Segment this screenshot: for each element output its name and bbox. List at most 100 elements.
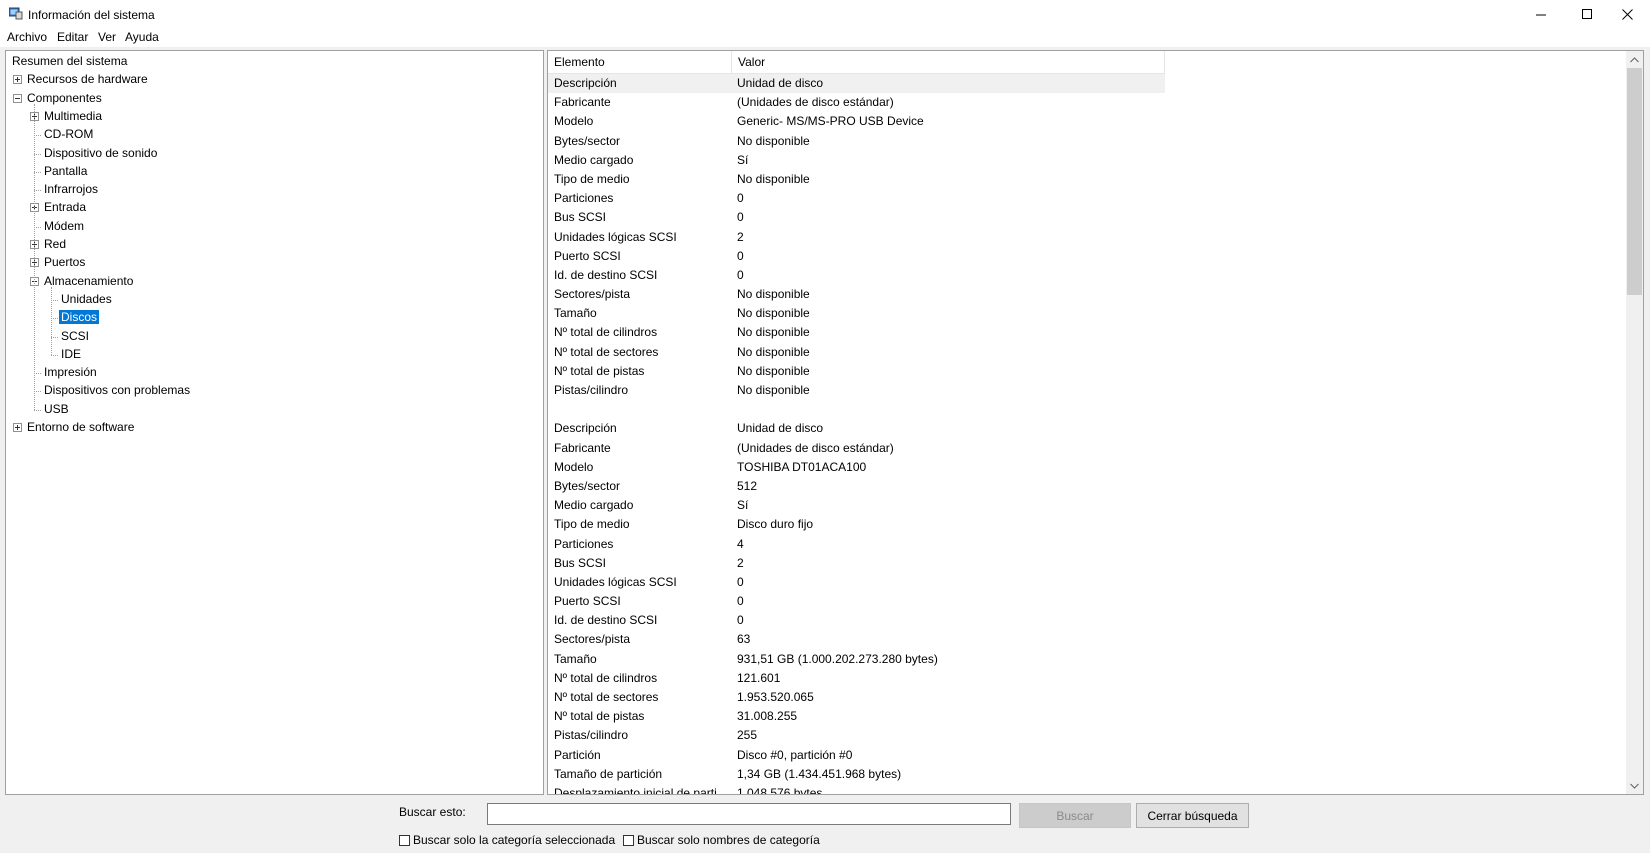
table-row[interactable]: Nº total de sectores 1.953.520.065 xyxy=(548,688,1628,707)
cell-elemento: Nº total de cilindros xyxy=(554,670,658,685)
tree-connector xyxy=(51,318,58,320)
table-row[interactable]: Particiones 0 xyxy=(548,189,1628,208)
table-row[interactable]: Medio cargado Sí xyxy=(548,151,1628,170)
tree-node-almacenamiento[interactable]: Almacenamiento xyxy=(42,273,135,290)
tree-connector xyxy=(51,354,58,356)
table-row[interactable]: Modelo TOSHIBA DT01ACA100 xyxy=(548,458,1628,477)
table-row[interactable]: Descripción Unidad de disco xyxy=(548,74,1165,94)
cell-valor: 1.048.576 bytes xyxy=(737,785,823,795)
scroll-down-button[interactable] xyxy=(1626,777,1643,794)
tree-node-entorno-de-software[interactable]: Entorno de software xyxy=(25,419,136,436)
table-row[interactable]: Sectores/pista 63 xyxy=(548,630,1628,649)
menu-ayuda[interactable]: Ayuda xyxy=(125,30,159,44)
table-row[interactable]: Id. de destino SCSI 0 xyxy=(548,611,1628,630)
cell-valor: 2 xyxy=(737,229,744,244)
cell-valor: 0 xyxy=(737,613,744,628)
tree-node-red[interactable]: Red xyxy=(42,236,68,253)
tree-node-pantalla[interactable]: Pantalla xyxy=(42,163,89,180)
tree-node-resumen-del-sistema[interactable]: Resumen del sistema xyxy=(10,53,129,70)
table-row[interactable]: Fabricante (Unidades de disco estándar) xyxy=(548,93,1628,112)
tree-node-discos[interactable]: Discos xyxy=(59,309,100,326)
table-row[interactable]: Sectores/pista No disponible xyxy=(548,285,1628,304)
find-button[interactable]: Buscar xyxy=(1019,803,1131,828)
category-tree[interactable]: Resumen del sistema Recursos de hardware C… xyxy=(5,50,544,795)
table-row[interactable]: Modelo Generic- MS/MS-PRO USB Device xyxy=(548,112,1628,131)
table-row[interactable]: Tamaño No disponible xyxy=(548,304,1628,323)
table-row[interactable]: Puerto SCSI 0 xyxy=(548,247,1628,266)
table-row[interactable]: Bytes/sector 512 xyxy=(548,477,1628,496)
cell-elemento: Sectores/pista xyxy=(554,287,631,302)
table-row[interactable]: Bytes/sector No disponible xyxy=(548,132,1628,151)
cell-elemento: Medio cargado xyxy=(554,498,634,513)
cell-elemento: Tamaño xyxy=(554,306,597,321)
vertical-scrollbar[interactable] xyxy=(1626,51,1643,794)
table-row[interactable]: Tamaño de partición 1,34 GB (1.434.451.96… xyxy=(548,765,1628,784)
tree-node-dispositivo-de-sonido[interactable]: Dispositivo de sonido xyxy=(42,145,159,162)
tree-node-componentes[interactable]: Componentes xyxy=(25,90,104,107)
checkbox-box[interactable] xyxy=(623,834,634,846)
tree-node-dispositivos-con-problemas[interactable]: Dispositivos con problemas xyxy=(42,382,192,399)
menu-ver[interactable]: Ver xyxy=(98,30,116,44)
tree-node-módem[interactable]: Módem xyxy=(42,218,86,235)
table-row[interactable]: Tipo de medio No disponible xyxy=(548,170,1628,189)
table-row[interactable]: Pistas/cilindro No disponible xyxy=(548,381,1628,400)
menu-archivo[interactable]: Archivo xyxy=(7,30,47,44)
table-row[interactable]: Tipo de medio Disco duro fijo xyxy=(548,515,1628,534)
minimize-button[interactable] xyxy=(1518,0,1564,28)
table-row[interactable]: Id. de destino SCSI 0 xyxy=(548,266,1628,285)
menu-editar[interactable]: Editar xyxy=(57,30,88,44)
expand-icon[interactable] xyxy=(13,423,22,432)
column-header-valor[interactable]: Valor xyxy=(732,51,1165,74)
cell-valor: Unidad de disco xyxy=(737,421,824,436)
table-row[interactable]: Nº total de cilindros No disponible xyxy=(548,323,1628,342)
cell-valor: Disco duro fijo xyxy=(737,517,814,532)
tree-node-scsi[interactable]: SCSI xyxy=(59,328,91,345)
scroll-thumb[interactable] xyxy=(1627,68,1642,295)
tree-node-cd-rom[interactable]: CD-ROM xyxy=(42,126,95,143)
table-row[interactable]: Particiones 4 xyxy=(548,535,1628,554)
tree-node-impresión[interactable]: Impresión xyxy=(42,364,99,381)
tree-connector xyxy=(34,190,41,192)
column-header-elemento[interactable]: Elemento xyxy=(548,51,732,74)
tree-node-unidades[interactable]: Unidades xyxy=(59,291,114,308)
table-row[interactable]: Bus SCSI 2 xyxy=(548,554,1628,573)
table-row[interactable]: Nº total de pistas No disponible xyxy=(548,362,1628,381)
tree-node-label: Entorno de software xyxy=(27,420,135,434)
tree-node-multimedia[interactable]: Multimedia xyxy=(42,108,104,125)
tree-node-label: Puertos xyxy=(44,255,86,270)
tree-node-ide[interactable]: IDE xyxy=(59,346,83,363)
table-row[interactable]: Puerto SCSI 0 xyxy=(548,592,1628,611)
table-row[interactable]: Descripción Unidad de disco xyxy=(548,419,1628,438)
checkbox-category-names[interactable]: Buscar solo nombres de categoría xyxy=(623,833,820,847)
table-row[interactable]: Unidades lógicas SCSI 2 xyxy=(548,228,1628,247)
tree-node-entrada[interactable]: Entrada xyxy=(42,199,88,216)
close-search-button[interactable]: Cerrar búsqueda xyxy=(1136,803,1249,828)
table-row[interactable]: Unidades lógicas SCSI 0 xyxy=(548,573,1628,592)
table-row[interactable]: Nº total de cilindros 121.601 xyxy=(548,669,1628,688)
cell-elemento: Fabricante xyxy=(554,440,611,455)
detail-list[interactable]: Elemento Valor Descripción Unidad de disc… xyxy=(547,50,1644,795)
checkbox-selected-category[interactable]: Buscar solo la categoría seleccionada xyxy=(399,833,615,847)
tree-node-usb[interactable]: USB xyxy=(42,401,71,418)
search-input[interactable] xyxy=(487,803,1011,825)
tree-connector xyxy=(34,103,35,410)
cell-valor: 1.953.520.065 xyxy=(737,690,814,704)
collapse-icon[interactable] xyxy=(13,93,22,103)
expand-icon[interactable] xyxy=(13,75,22,85)
table-row[interactable]: Medio cargado Sí xyxy=(548,496,1628,515)
table-row[interactable]: Nº total de sectores No disponible xyxy=(548,343,1628,362)
table-row[interactable]: Tamaño 931,51 GB (1.000.202.273.280 bytes… xyxy=(548,650,1628,669)
table-row[interactable]: Bus SCSI 0 xyxy=(548,208,1628,227)
table-row[interactable]: Fabricante (Unidades de disco estándar) xyxy=(548,439,1628,458)
scroll-up-button[interactable] xyxy=(1626,51,1643,68)
table-row[interactable]: Nº total de pistas 31.008.255 xyxy=(548,707,1628,726)
tree-node-recursos-de-hardware[interactable]: Recursos de hardware xyxy=(25,71,150,88)
tree-node-infrarrojos[interactable]: Infrarrojos xyxy=(42,181,100,198)
table-row[interactable]: Pistas/cilindro 255 xyxy=(548,726,1628,745)
tree-node-puertos[interactable]: Puertos xyxy=(42,254,87,271)
table-row[interactable]: Partición Disco #0, partición #0 xyxy=(548,746,1628,765)
close-button[interactable] xyxy=(1604,0,1650,28)
checkbox-box[interactable] xyxy=(399,834,410,846)
table-row[interactable]: Desplazamiento inicial de parti 1.048.576… xyxy=(548,784,1628,795)
maximize-icon xyxy=(1581,8,1592,19)
